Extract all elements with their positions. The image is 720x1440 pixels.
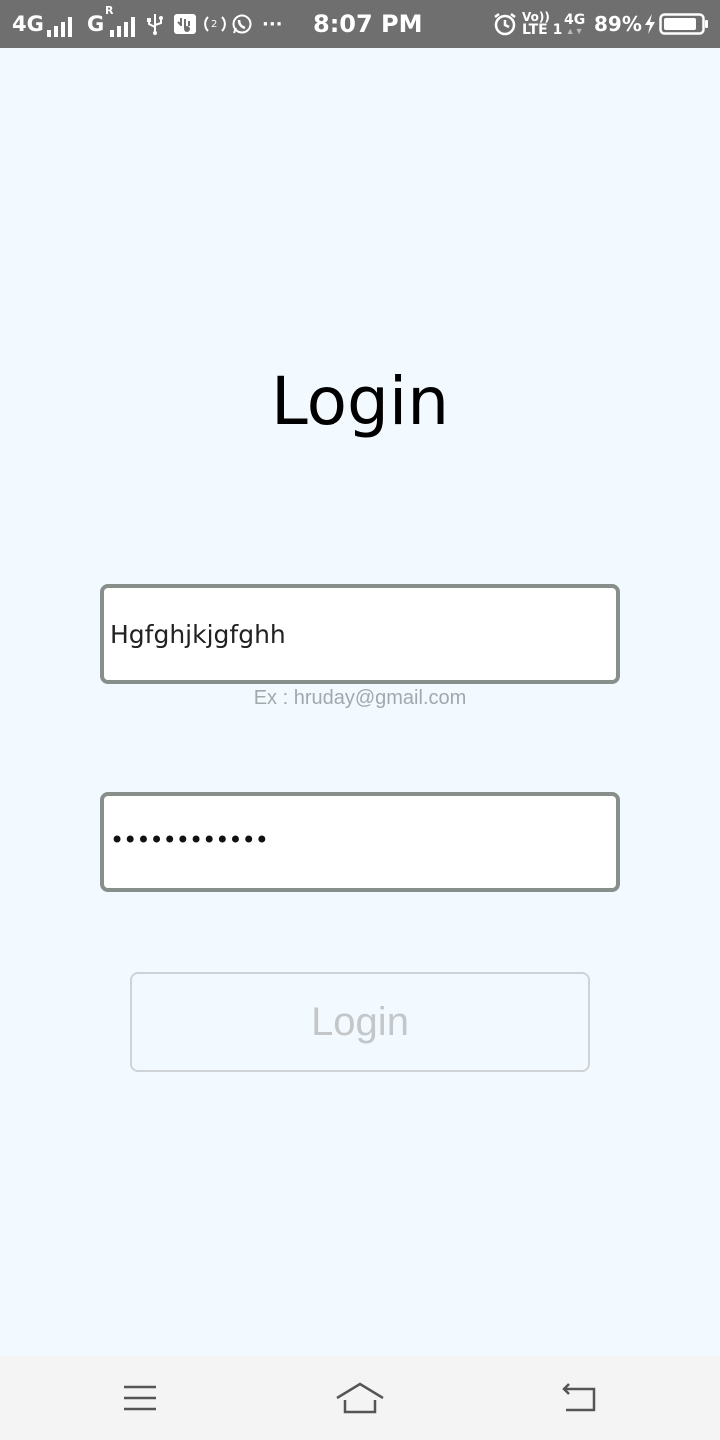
home-button[interactable] [300,1356,420,1440]
data-activity-icon: ▲▼ [565,25,584,36]
usb-icon [146,0,164,48]
home-icon [336,1382,384,1414]
signal-strength-icon-2 [110,0,135,48]
back-icon [562,1383,596,1412]
email-field[interactable]: Hgfghjkjgfghh [100,584,620,684]
login-button[interactable]: Login [130,972,590,1072]
volte-indicator: Vo)) LTE 1 [522,0,562,48]
mobile-data-indicator: 4G ▲▼ [564,0,585,48]
lte-label: LTE 1 [522,22,563,38]
password-value: •••••••••••• [110,826,269,854]
charging-icon [643,0,657,48]
svg-text:2: 2 [211,19,217,30]
status-time: 8:07 PM [313,10,423,38]
mobile-data-label: 4G [564,11,586,28]
menu-icon [124,1385,156,1411]
network-type-label: 4G [12,12,44,36]
hotspot-icon: 2 [202,0,228,48]
whatsapp-icon [231,0,253,48]
status-bar: 4G G R 2 ··· 8:07 PM Vo)) LTE 1 4G ▲▼ 89… [0,0,720,48]
menu-button[interactable] [80,1356,200,1440]
page-title: Login [270,363,450,440]
more-notifications-icon: ··· [262,13,283,35]
back-button[interactable] [520,1356,640,1440]
battery-percent: 89% [594,12,642,36]
signal-strength-icon [47,0,72,48]
alarm-icon [492,0,518,48]
usb-debugging-icon [173,0,197,48]
password-field[interactable]: •••••••••••• [100,792,620,892]
battery-icon [659,0,709,48]
email-value: Hgfghjkjgfghh [110,619,286,649]
network-type-label-2: G [87,12,105,36]
email-hint: Ex : hruday@gmail.com [253,687,467,709]
navigation-bar [0,1356,720,1440]
